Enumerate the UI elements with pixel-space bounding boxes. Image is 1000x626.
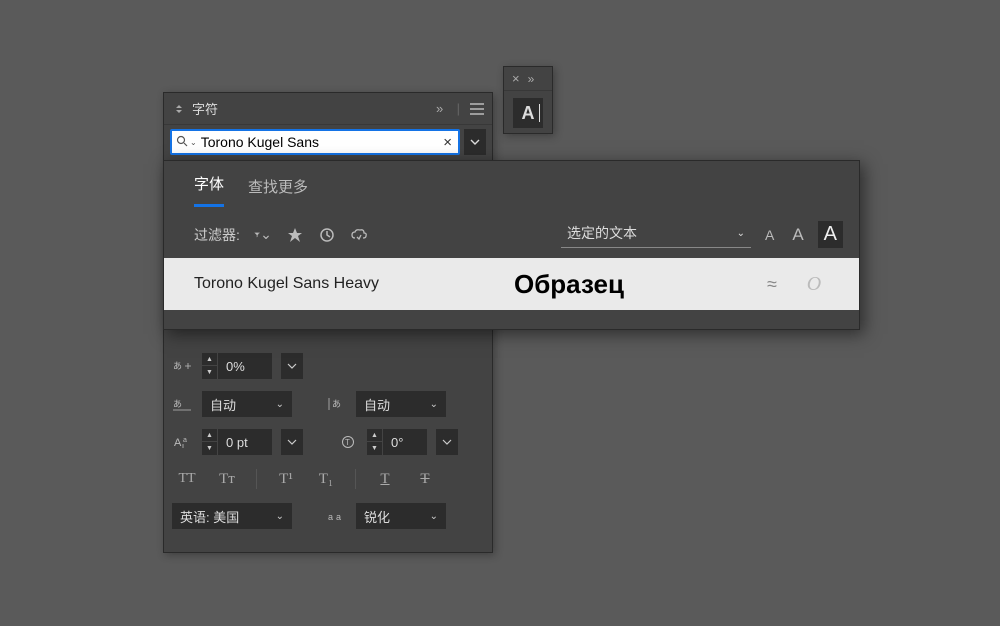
font-result-row[interactable]: Torono Kugel Sans Heavy Образец ≈ O xyxy=(164,258,859,310)
chevron-down-icon: ⌄ xyxy=(430,399,438,410)
spin-up-icon[interactable]: ▲ xyxy=(202,353,217,366)
favorite-star-icon[interactable] xyxy=(286,226,304,244)
preview-text-select[interactable]: 选定的文本 ⌄ xyxy=(561,221,751,248)
svg-text:T: T xyxy=(345,438,350,447)
tab-font[interactable]: 字体 xyxy=(194,173,224,207)
text-format-row: TT Tᴛ T¹ T₁ T T xyxy=(170,461,486,497)
svg-text:A: A xyxy=(174,437,182,449)
expand-icon[interactable]: » xyxy=(433,102,447,116)
baseline-value[interactable]: 0 pt xyxy=(218,435,272,450)
spin-down-icon[interactable]: ▼ xyxy=(202,442,217,455)
tab-find-more[interactable]: 查找更多 xyxy=(248,176,308,207)
recent-clock-icon[interactable] xyxy=(318,226,336,244)
kerning-right-value: 自动 xyxy=(364,395,390,414)
filter-funnel-icon[interactable]: ⌄ xyxy=(254,226,272,244)
svg-text:あ: あ xyxy=(173,399,182,409)
baseline-spinner[interactable]: ▲▼ 0 pt xyxy=(202,429,272,455)
font-search-wrap: ⌄ × xyxy=(170,129,460,155)
svg-text:あ: あ xyxy=(173,361,182,371)
rotation-spinner[interactable]: ▲▼ 0° xyxy=(367,429,427,455)
subscript-button[interactable]: T₁ xyxy=(315,471,337,488)
clear-search-icon[interactable]: × xyxy=(441,134,454,151)
rotation-icon: T xyxy=(337,431,359,453)
text-tool-icon[interactable]: A xyxy=(513,98,543,128)
collapse-icon[interactable]: » xyxy=(528,72,535,86)
chevron-down-icon: ⌄ xyxy=(737,228,745,239)
preview-size-large[interactable]: A xyxy=(818,221,843,248)
font-result-sample: Образец xyxy=(514,269,745,300)
chevron-down-icon: ⌄ xyxy=(430,511,438,522)
antialias-select[interactable]: 锐化 ⌄ xyxy=(356,503,446,529)
drag-handle-icon[interactable] xyxy=(172,102,186,116)
tracking-spinner[interactable]: ▲▼ 0% xyxy=(202,353,272,379)
preview-text-value: 选定的文本 xyxy=(567,223,637,243)
rotation-value[interactable]: 0° xyxy=(383,435,427,450)
tracking-dropdown[interactable] xyxy=(281,353,303,379)
filter-label: 过滤器: xyxy=(194,225,240,245)
font-type-icon: O xyxy=(799,273,829,296)
kerning-right-icon: あ xyxy=(326,393,348,415)
small-caps-button[interactable]: Tᴛ xyxy=(216,471,238,488)
font-dropdown-button[interactable] xyxy=(464,129,486,155)
character-controls: あ ▲▼ 0% あ 自动 ⌄ あ 自动 ⌄ xyxy=(170,347,486,535)
search-icon[interactable] xyxy=(176,135,188,150)
kerning-left-value: 自动 xyxy=(210,395,236,414)
menu-icon[interactable] xyxy=(470,102,484,116)
svg-text:a: a xyxy=(183,437,187,444)
baseline-shift-icon: Aa xyxy=(172,431,194,453)
kerning-left-select[interactable]: 自动 ⌄ xyxy=(202,391,292,417)
mini-panel-header: × » xyxy=(504,67,552,91)
cloud-sync-icon[interactable] xyxy=(350,226,368,244)
close-icon[interactable]: × xyxy=(512,71,520,86)
chevron-down-icon: ⌄ xyxy=(276,511,284,522)
search-history-icon[interactable]: ⌄ xyxy=(190,138,197,147)
svg-text:a: a xyxy=(328,512,333,522)
language-antialias-row: 英语: 美国 ⌄ aa 锐化 ⌄ xyxy=(170,497,486,535)
kerning-right-select[interactable]: 自动 ⌄ xyxy=(356,391,446,417)
all-caps-button[interactable]: TT xyxy=(176,471,198,487)
panel-title: 字符 xyxy=(192,99,218,118)
tracking-row: あ ▲▼ 0% xyxy=(170,347,486,385)
similar-fonts-icon[interactable]: ≈ xyxy=(745,274,799,295)
font-dropdown-flyout: 字体 查找更多 过滤器: ⌄ 选定的文本 ⌄ A A A Torono Kuge… xyxy=(163,160,860,330)
kerning-left-icon: あ xyxy=(172,393,194,415)
superscript-button[interactable]: T¹ xyxy=(275,471,297,488)
baseline-rotation-row: Aa ▲▼ 0 pt T ▲▼ 0° xyxy=(170,423,486,461)
preview-size-medium[interactable]: A xyxy=(788,223,807,247)
font-search-row: ⌄ × xyxy=(164,125,492,159)
spin-down-icon[interactable]: ▼ xyxy=(367,442,382,455)
svg-text:あ: あ xyxy=(332,399,341,409)
spin-down-icon[interactable]: ▼ xyxy=(202,366,217,379)
kerning-row: あ 自动 ⌄ あ 自动 ⌄ xyxy=(170,385,486,423)
preview-size-small[interactable]: A xyxy=(761,225,778,245)
antialias-icon: aa xyxy=(326,505,348,527)
tracking-icon: あ xyxy=(172,355,194,377)
strikethrough-button[interactable]: T xyxy=(414,471,436,488)
language-select[interactable]: 英语: 美国 ⌄ xyxy=(172,503,292,529)
spin-up-icon[interactable]: ▲ xyxy=(202,429,217,442)
rotation-dropdown[interactable] xyxy=(436,429,458,455)
underline-button[interactable]: T xyxy=(374,471,396,488)
language-value: 英语: 美国 xyxy=(180,507,239,526)
baseline-dropdown[interactable] xyxy=(281,429,303,455)
tracking-value[interactable]: 0% xyxy=(218,359,272,374)
antialias-value: 锐化 xyxy=(364,507,390,526)
font-tabs: 字体 查找更多 xyxy=(164,161,859,207)
font-search-input[interactable] xyxy=(201,134,442,150)
filter-row: 过滤器: ⌄ 选定的文本 ⌄ A A A xyxy=(164,207,859,258)
mini-panel-body: A xyxy=(504,91,552,135)
font-result-name: Torono Kugel Sans Heavy xyxy=(194,275,514,293)
chevron-down-icon: ⌄ xyxy=(276,399,284,410)
text-tool-mini-panel: × » A xyxy=(503,66,553,134)
character-panel-header: 字符 » | xyxy=(164,93,492,125)
svg-text:a: a xyxy=(336,512,341,522)
spin-up-icon[interactable]: ▲ xyxy=(367,429,382,442)
